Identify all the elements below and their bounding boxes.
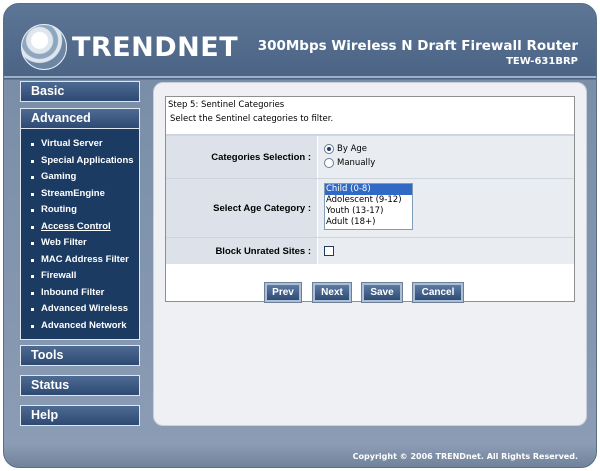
nav-item-label: Advanced Network (41, 319, 127, 331)
radio-by-age[interactable] (324, 144, 334, 154)
block-value (318, 238, 574, 264)
categories-value: By Age Manually (318, 136, 574, 178)
nav-advanced[interactable]: Advanced (20, 108, 140, 129)
nav-item[interactable]: Advanced Network (21, 318, 139, 335)
brand-name: TRENDNET (72, 32, 239, 63)
nav-item-label: Access Control (41, 220, 111, 232)
age-option[interactable]: Adolescent (9-12) (325, 195, 412, 206)
nav-item[interactable]: Gaming (21, 169, 139, 186)
cancel-button[interactable]: Cancel (412, 282, 464, 303)
nav-item-label: Firewall (41, 270, 77, 281)
product-model: TEW-631BRP (506, 56, 578, 67)
block-unrated-checkbox[interactable] (324, 246, 334, 256)
nav-item-label: Gaming (41, 171, 77, 182)
radio-manually[interactable] (324, 158, 334, 168)
product-title: 300Mbps Wireless N Draft Firewall Router (257, 38, 578, 54)
sentinel-form: Step 5: Sentinel Categories Select the S… (165, 96, 575, 302)
nav-item[interactable]: Firewall (21, 268, 139, 285)
radio-manually-line: Manually (324, 156, 568, 170)
nav-tools[interactable]: Tools (20, 345, 140, 366)
nav-item[interactable]: Advanced Wireless (21, 301, 139, 318)
nav-item-label: Inbound Filter (41, 286, 105, 298)
copyright-footer: Copyright © 2006 TRENDnet. All Rights Re… (352, 452, 578, 461)
block-row: Block Unrated Sites : (166, 237, 574, 264)
age-label: Select Age Category : (166, 179, 318, 237)
nav-basic[interactable]: Basic (20, 81, 140, 102)
age-value: Child (0-8) Adolescent (9-12) Youth (13-17… (318, 179, 574, 237)
advanced-menu: Virtual Server Special Applications Gaming… (21, 136, 139, 334)
nav-item[interactable]: Inbound Filter (21, 285, 139, 302)
radio-manually-label: Manually (337, 158, 376, 168)
nav-item-label: Virtual Server (41, 138, 103, 149)
radio-by-age-label: By Age (337, 144, 368, 154)
content-panel: Step 5: Sentinel Categories Select the S… (153, 82, 587, 426)
nav-item[interactable]: Special Applications (21, 153, 139, 170)
next-button[interactable]: Next (312, 282, 352, 303)
age-option[interactable]: Youth (13-17) (325, 206, 412, 217)
age-category-listbox[interactable]: Child (0-8) Adolescent (9-12) Youth (13-17… (324, 183, 413, 230)
nav-item-label: Advanced Wireless (41, 303, 129, 314)
advanced-panel: Advanced Virtual Server Special Applicati… (20, 108, 140, 340)
nav-item-label: StreamEngine (41, 187, 105, 199)
trendnet-logo-icon (21, 24, 67, 70)
age-option[interactable]: Adult (18+) (325, 217, 412, 228)
age-option[interactable]: Child (0-8) (325, 184, 412, 195)
nav-item-label: Routing (41, 204, 77, 215)
header-divider (4, 76, 596, 78)
nav-item-label: Web Filter (41, 237, 87, 248)
prev-button[interactable]: Prev (264, 282, 302, 303)
nav-item-label: MAC Address Filter (41, 253, 129, 265)
age-row: Select Age Category : Child (0-8) Adolesc… (166, 178, 574, 237)
step-title: Step 5: Sentinel Categories (168, 100, 285, 110)
save-button[interactable]: Save (361, 282, 403, 303)
nav-item[interactable]: MAC Address Filter (21, 252, 139, 269)
nav-item[interactable]: Routing (21, 202, 139, 219)
categories-row: Categories Selection : By Age Manually (166, 135, 574, 178)
block-label: Block Unrated Sites : (166, 238, 318, 264)
categories-label: Categories Selection : (166, 136, 318, 178)
nav-help[interactable]: Help (20, 405, 140, 426)
router-admin-frame: TRENDNET 300Mbps Wireless N Draft Firewa… (3, 3, 597, 468)
nav-item[interactable]: Access Control (21, 219, 139, 236)
nav-item-label: Special Applications (41, 154, 134, 166)
nav-item[interactable]: Web Filter (21, 235, 139, 252)
nav-item[interactable]: StreamEngine (21, 186, 139, 203)
nav-item[interactable]: Virtual Server (21, 136, 139, 153)
nav-status[interactable]: Status (20, 375, 140, 396)
radio-by-age-line: By Age (324, 142, 568, 156)
step-description: Select the Sentinel categories to filter… (166, 111, 574, 135)
